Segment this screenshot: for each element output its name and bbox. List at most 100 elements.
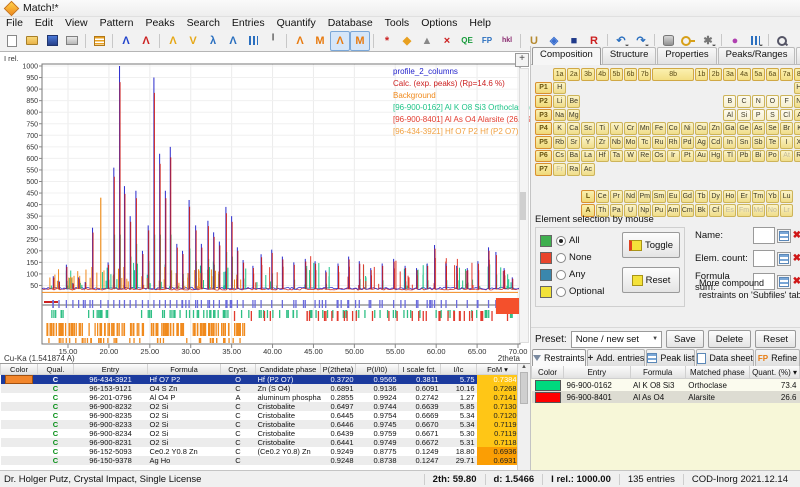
element-Na[interactable]: Na [553, 109, 566, 122]
menu-edit[interactable]: Edit [29, 17, 59, 29]
element-Rh[interactable]: Rh [667, 136, 680, 149]
element-C[interactable]: C [737, 95, 750, 108]
element-Al[interactable]: Al [723, 109, 736, 122]
element-Lu[interactable]: Lu [780, 190, 793, 203]
element-Ca[interactable]: Ca [567, 122, 580, 135]
ptable-row-P1[interactable]: P1 [535, 82, 552, 95]
element-Ho[interactable]: Ho [723, 190, 736, 203]
cand-col-fom[interactable]: FoM ▾ [477, 364, 519, 375]
automatic-match-button[interactable]: ◆ [397, 31, 417, 51]
tab-structure[interactable]: Structure [602, 47, 657, 64]
candidate-row[interactable]: C96-201-0796Al O4 PAaluminum phosphate0.… [1, 393, 519, 402]
elem-count-input[interactable] [753, 250, 775, 267]
element-Pr[interactable]: Pr [610, 190, 623, 203]
candidate-row[interactable]: C96-153-9121O4 S ZnCZn (S O4)0.68910.913… [1, 384, 519, 393]
subtab-refine[interactable]: FPRefine [755, 349, 800, 366]
menu-database[interactable]: Database [322, 17, 379, 29]
element-Ra[interactable]: Ra [567, 163, 580, 176]
name-input[interactable] [753, 227, 775, 244]
selection-option-any[interactable]: Any [540, 266, 622, 283]
element-Pd[interactable]: Pd [681, 136, 694, 149]
element-Dy[interactable]: Dy [709, 190, 722, 203]
matched-col-formula[interactable]: Formula [630, 366, 685, 379]
radio-all[interactable] [556, 236, 566, 246]
element-At[interactable]: At [780, 150, 793, 163]
selection-option-all[interactable]: All [540, 232, 622, 249]
menu-pattern[interactable]: Pattern [94, 17, 140, 29]
element-Se[interactable]: Se [766, 122, 779, 135]
element-Nb[interactable]: Nb [610, 136, 623, 149]
search-peaks-button[interactable]: Λ [290, 31, 310, 51]
candidate-row[interactable]: C96-900-8233O2 SiCCristobalite0.64460.97… [1, 420, 519, 429]
element-Si[interactable]: Si [737, 109, 750, 122]
element-Sc[interactable]: Sc [581, 122, 594, 135]
selection-option-optional[interactable]: Optional [540, 283, 622, 300]
element-Co[interactable]: Co [667, 122, 680, 135]
element-Yb[interactable]: Yb [766, 190, 779, 203]
candidate-row[interactable]: C96-900-8231O2 SiCCristobalite0.64410.97… [1, 438, 519, 447]
element-Hg[interactable]: Hg [709, 150, 722, 163]
candidate-table-scrollbar[interactable]: ▲ [517, 364, 530, 470]
ptable-row-P7[interactable]: P7 [535, 163, 552, 176]
cand-col-entry[interactable]: Entry [74, 364, 148, 375]
add-peak-button[interactable]: Λ [116, 31, 136, 51]
preset-delete-button[interactable]: Delete [708, 330, 751, 348]
menu-view[interactable]: View [59, 17, 94, 29]
element-Rn[interactable]: Rn [794, 150, 800, 163]
element-P[interactable]: P [752, 109, 765, 122]
element-Ir[interactable]: Ir [667, 150, 680, 163]
candidate-row[interactable]: C96-900-8232O2 SiCCristobalite0.64970.97… [1, 402, 519, 411]
menu-file[interactable]: File [0, 17, 29, 29]
element-Pt[interactable]: Pt [681, 150, 694, 163]
element-Ac[interactable]: Ac [581, 163, 594, 176]
candidate-table[interactable]: ColorQual.EntryFormulaCryst.Candidate ph… [0, 364, 519, 465]
element-As[interactable]: As [752, 122, 765, 135]
column-pattern-button[interactable] [243, 31, 263, 51]
menu-options[interactable]: Options [415, 17, 463, 29]
search-profile-button[interactable]: M [310, 31, 330, 51]
chart-zoom-in-button[interactable]: + [515, 53, 529, 67]
cand-col-cryst-[interactable]: Cryst. [221, 364, 256, 375]
open-file-button[interactable] [22, 31, 42, 51]
element-Sr[interactable]: Sr [567, 136, 580, 149]
element-Re[interactable]: Re [638, 150, 651, 163]
matched-col-quant-[interactable]: Quant. (%) ▾ [750, 366, 800, 379]
peak-up-button[interactable]: Λ [163, 31, 183, 51]
element-S[interactable]: S [766, 109, 779, 122]
entry-report-button[interactable] [89, 31, 109, 51]
edit-peaks-button[interactable]: Λ [136, 31, 156, 51]
element-Cr[interactable]: Cr [624, 122, 637, 135]
element-O[interactable]: O [766, 95, 779, 108]
chart-scrollbar[interactable] [519, 68, 529, 343]
cand-col-qual-[interactable]: Qual. [38, 364, 74, 375]
element-Br[interactable]: Br [780, 122, 793, 135]
reset-elements-button[interactable]: Reset [622, 267, 680, 293]
element-V[interactable]: V [610, 122, 623, 135]
element-Sm[interactable]: Sm [652, 190, 665, 203]
element-Tc[interactable]: Tc [638, 136, 651, 149]
tab-properties[interactable]: Properties [657, 47, 716, 64]
element-He[interactable]: He [794, 82, 800, 95]
cand-col-candidate-phase[interactable]: Candidate phase [256, 364, 321, 375]
element-B[interactable]: B [723, 95, 736, 108]
tab-composition[interactable]: Composition [532, 47, 601, 65]
element-Tl[interactable]: Tl [723, 150, 736, 163]
menu-quantify[interactable]: Quantify [271, 17, 322, 29]
element-Fr[interactable]: Fr [553, 163, 566, 176]
elem-count-clear-button[interactable]: ✖ [793, 253, 800, 264]
fp-toggle-button[interactable]: FP [477, 31, 497, 51]
preset-save-button[interactable]: Save [666, 330, 704, 348]
menu-peaks[interactable]: Peaks [139, 17, 180, 29]
elem-count-select-button[interactable] [777, 252, 791, 266]
ptable-row-P6[interactable]: P6 [535, 150, 552, 163]
ptable-row-P4[interactable]: P4 [535, 122, 552, 135]
element-Xe[interactable]: Xe [794, 136, 800, 149]
radio-none[interactable] [556, 253, 566, 263]
element-Au[interactable]: Au [695, 150, 708, 163]
matched-row[interactable]: 96-900-8401Al As O4Alarsite26.6 [532, 391, 800, 403]
matched-col-entry[interactable]: Entry [564, 366, 631, 379]
element-Zr[interactable]: Zr [596, 136, 609, 149]
peak-marker-button[interactable]: ╵ [263, 31, 283, 51]
element-H[interactable]: H [553, 82, 566, 95]
element-Ar[interactable]: Ar [794, 109, 800, 122]
